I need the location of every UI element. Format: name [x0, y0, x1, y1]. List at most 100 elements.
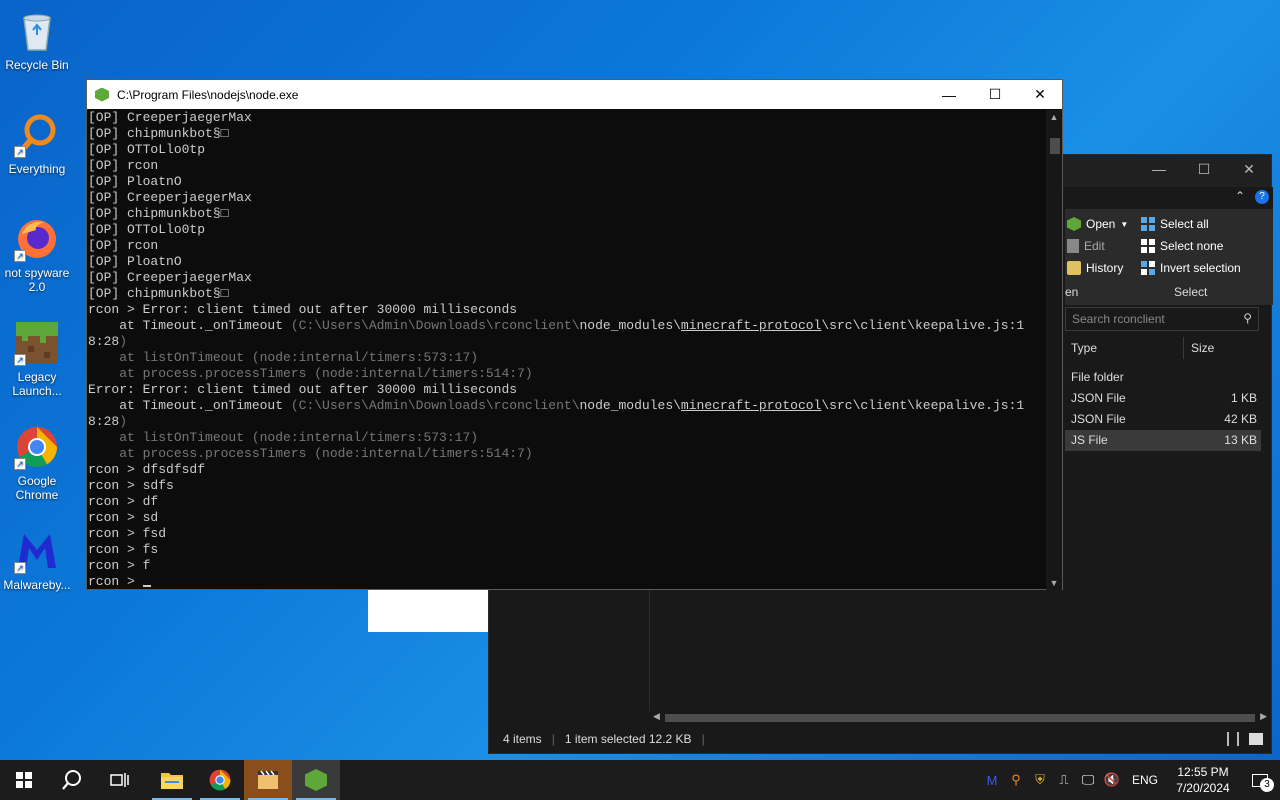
console-line: rcon > df: [88, 494, 159, 509]
volume-muted-icon[interactable]: 🔇: [1100, 772, 1124, 788]
minimize-icon[interactable]: —: [926, 80, 972, 109]
desktop-icon-legacy-launcher[interactable]: ↗ Legacy Launch...: [2, 320, 72, 398]
horizontal-scrollbar[interactable]: ◀ ▶: [649, 711, 1271, 725]
malwarebytes-tray-icon[interactable]: M: [980, 773, 1004, 788]
open-group-label: en: [1065, 285, 1079, 299]
thumbnail-view-icon[interactable]: [1249, 733, 1263, 745]
desktop-icon-not-spyware[interactable]: ↗ not spyware 2.0: [2, 216, 72, 294]
console-line: [OP] OTToLlo0tp: [88, 222, 206, 237]
node-console-window[interactable]: C:\Program Files\nodejs\node.exe — ☐ ✕ […: [86, 79, 1063, 590]
file-row[interactable]: File folder: [1065, 367, 1261, 388]
console-line: at process.processTimers (node:internal/…: [88, 446, 533, 461]
network-tray-icon[interactable]: 🖵: [1076, 772, 1100, 788]
taskbar-file-explorer[interactable]: [148, 760, 196, 800]
console-line: [OP] PloatnO: [88, 254, 182, 269]
explorer-statusbar: 4 items | 1 item selected 12.2 KB |: [489, 725, 1271, 753]
malwarebytes-icon: ↗: [14, 528, 60, 574]
console-line: rcon > sdfs: [88, 478, 174, 493]
edit-icon: [1067, 239, 1079, 253]
task-view-button[interactable]: [96, 760, 144, 800]
chevron-down-icon: ▼: [1120, 219, 1129, 229]
console-line: rcon > dfsdfsdf: [88, 462, 206, 477]
select-all-button[interactable]: Select all: [1141, 217, 1209, 231]
select-group-label: Select: [1174, 285, 1208, 299]
console-line: [OP] CreeperjaegerMax: [88, 190, 252, 205]
vertical-scrollbar[interactable]: ▲ ▼: [1046, 110, 1062, 590]
maximize-icon[interactable]: ☐: [1189, 161, 1219, 178]
desktop-icon-label: Google Chrome: [15, 474, 59, 502]
file-row-selected[interactable]: JS File 13 KB: [1065, 430, 1261, 451]
console-titlebar[interactable]: C:\Program Files\nodejs\node.exe — ☐ ✕: [87, 80, 1062, 109]
scrollbar-thumb[interactable]: [665, 714, 1255, 722]
edit-button[interactable]: Edit: [1067, 239, 1105, 253]
everything-tray-icon[interactable]: ⚲: [1004, 772, 1028, 788]
chrome-icon: ↗: [14, 424, 60, 470]
shortcut-arrow-icon: ↗: [14, 458, 26, 470]
open-button[interactable]: Open ▼: [1067, 217, 1128, 231]
file-row[interactable]: JSON File 42 KB: [1065, 409, 1261, 430]
ribbon-collapse-chevron-icon[interactable]: ⌃: [1235, 189, 1245, 203]
scrollbar-thumb[interactable]: [1050, 138, 1060, 154]
notifications-button[interactable]: 3: [1240, 760, 1280, 800]
history-icon: [1067, 261, 1081, 275]
taskbar: M ⚲ ⛨ ⎍ 🖵 🔇 ENG 12:55 PM 7/20/2024 3: [0, 760, 1280, 800]
taskbar-nodejs[interactable]: [292, 760, 340, 800]
nodejs-icon: [95, 87, 109, 102]
clock[interactable]: 12:55 PM 7/20/2024: [1166, 764, 1240, 796]
console-line: [OP] chipmunkbot§□: [88, 126, 229, 141]
background-window-fragment: [368, 590, 488, 632]
shortcut-arrow-icon: ↗: [14, 354, 26, 366]
open-icon: [1067, 217, 1081, 231]
desktop-icon-label: Legacy Launch...: [12, 370, 62, 398]
console-line: [OP] CreeperjaegerMax: [88, 270, 252, 285]
window-title: C:\Program Files\nodejs\node.exe: [117, 87, 299, 102]
usb-tray-icon[interactable]: ⎍: [1052, 772, 1076, 788]
help-icon[interactable]: ?: [1255, 190, 1269, 204]
text-cursor: [142, 585, 151, 587]
console-output[interactable]: [OP] CreeperjaegerMax [OP] chipmunkbot§□[…: [87, 110, 1047, 590]
desktop-icon-everything[interactable]: ↗ Everything: [2, 112, 72, 176]
column-header-type[interactable]: Type: [1071, 341, 1097, 355]
column-header-size[interactable]: Size: [1191, 341, 1214, 355]
desktop-icon-google-chrome[interactable]: ↗ Google Chrome: [2, 424, 72, 502]
console-line: at Timeout._onTimeout (C:\Users\Admin\Do…: [88, 318, 1025, 333]
recycle-bin-icon: [14, 8, 60, 54]
desktop-icon-recycle-bin[interactable]: Recycle Bin: [2, 8, 72, 72]
nodejs-icon: [305, 769, 327, 791]
desktop-icon-malwarebytes[interactable]: ↗ Malwareby...: [2, 528, 72, 592]
file-row[interactable]: JSON File 1 KB: [1065, 388, 1261, 409]
desktop-icon-label: Everything: [8, 162, 66, 176]
console-line: [OP] rcon: [88, 238, 159, 253]
minimize-icon[interactable]: —: [1144, 161, 1174, 177]
close-icon[interactable]: ✕: [1234, 161, 1264, 178]
invert-selection-icon: [1141, 261, 1155, 275]
search-button[interactable]: [48, 760, 96, 800]
search-input[interactable]: Search rconclient ⚲: [1065, 307, 1259, 331]
scroll-left-icon[interactable]: ◀: [653, 711, 660, 722]
console-line: 8:28): [88, 414, 128, 429]
shortcut-arrow-icon: ↗: [14, 250, 26, 262]
taskbar-media-app[interactable]: [244, 760, 292, 800]
security-tray-icon[interactable]: ⛨: [1028, 772, 1052, 788]
select-all-icon: [1141, 217, 1155, 231]
select-none-button[interactable]: Select none: [1141, 239, 1223, 253]
console-line: rcon > Error: client timed out after 300…: [88, 302, 518, 317]
explorer-ribbon: Open ▼ Edit History en Select all Select…: [1065, 209, 1273, 305]
console-line: rcon >: [88, 574, 1047, 590]
invert-selection-button[interactable]: Invert selection: [1141, 261, 1241, 275]
console-line: [OP] CreeperjaegerMax: [88, 110, 252, 125]
history-button[interactable]: History: [1067, 261, 1123, 275]
start-button[interactable]: [0, 760, 48, 800]
taskbar-chrome[interactable]: [196, 760, 244, 800]
select-none-icon: [1141, 239, 1155, 253]
console-line: rcon > fs: [88, 542, 159, 557]
scroll-right-icon[interactable]: ▶: [1260, 711, 1267, 722]
close-icon[interactable]: ✕: [1017, 80, 1063, 109]
search-icon: [62, 770, 81, 790]
maximize-icon[interactable]: ☐: [972, 80, 1018, 109]
language-indicator[interactable]: ENG: [1132, 773, 1158, 787]
scroll-down-icon[interactable]: ▼: [1046, 578, 1062, 588]
details-view-icon[interactable]: [1227, 732, 1239, 746]
scroll-up-icon[interactable]: ▲: [1046, 112, 1062, 122]
console-line: at Timeout._onTimeout (C:\Users\Admin\Do…: [88, 398, 1025, 413]
